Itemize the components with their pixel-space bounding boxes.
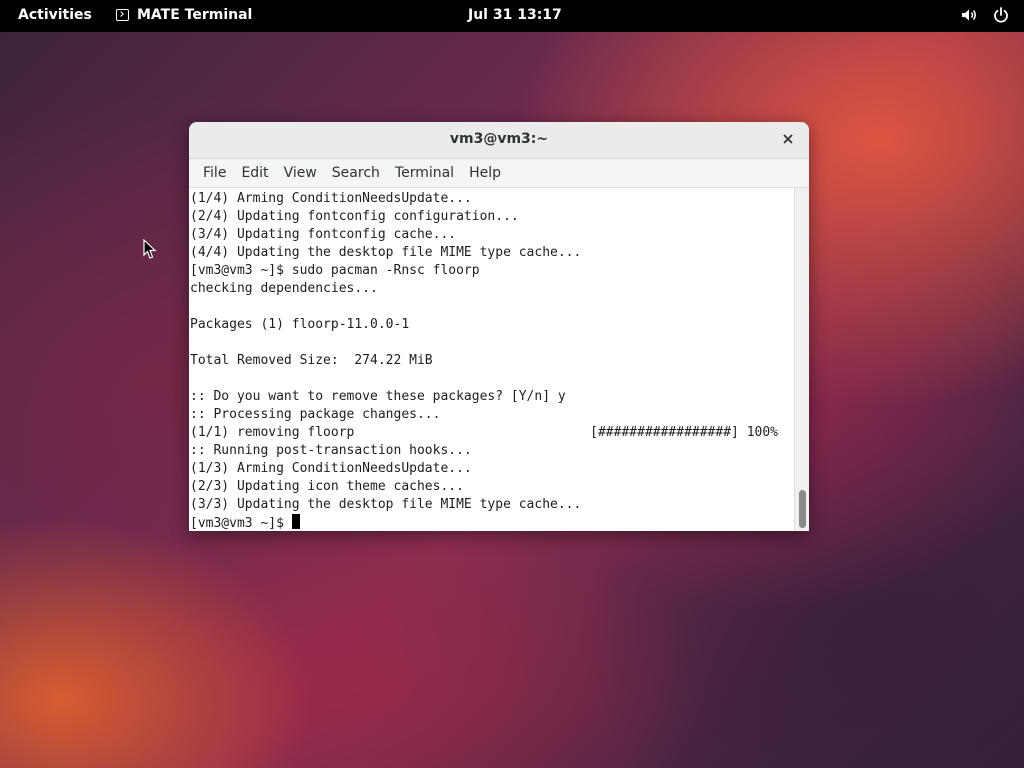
terminal-text: (1/4) Arming ConditionNeedsUpdate... (2/… [190, 190, 794, 531]
terminal-line: [vm3@vm3 ~]$ sudo pacman -Rnsc floorp [190, 263, 480, 278]
menu-terminal[interactable]: Terminal [389, 165, 460, 181]
terminal-icon [116, 9, 129, 21]
top-bar: Activities MATE Terminal Jul 31 13:17 [0, 0, 1024, 32]
terminal-line: (3/3) Updating the desktop file MIME typ… [190, 497, 582, 512]
terminal-line: (2/3) Updating icon theme caches... [190, 479, 464, 494]
close-icon[interactable] [779, 130, 797, 148]
terminal-line: :: Processing package changes... [190, 407, 441, 422]
window-titlebar[interactable]: vm3@vm3:~ [189, 122, 809, 159]
power-icon[interactable] [992, 6, 1010, 24]
window-title: vm3@vm3:~ [449, 131, 549, 147]
menu-help[interactable]: Help [463, 165, 507, 181]
terminal-line: checking dependencies... [190, 281, 378, 296]
terminal-line: (4/4) Updating the desktop file MIME typ… [190, 245, 582, 260]
scrollbar-thumb[interactable] [799, 490, 806, 528]
progress-label: (1/1) removing floorp [190, 425, 355, 440]
menu-edit[interactable]: Edit [235, 165, 274, 181]
text-cursor [291, 514, 300, 529]
terminal-line: Total Removed Size: 274.22 MiB [190, 353, 433, 368]
terminal-line: (1/3) Arming ConditionNeedsUpdate... [190, 461, 472, 476]
app-menu-button[interactable]: MATE Terminal [116, 7, 252, 23]
terminal-line: Packages (1) floorp-11.0.0-1 [190, 317, 410, 332]
terminal-output-area[interactable]: (1/4) Arming ConditionNeedsUpdate... (2/… [189, 188, 809, 531]
system-tray[interactable] [960, 6, 1010, 24]
progress-bar-text: [#################] 100% [590, 425, 778, 440]
terminal-line: (2/4) Updating fontconfig configuration.… [190, 209, 519, 224]
vertical-scrollbar[interactable] [794, 188, 809, 531]
volume-icon[interactable] [960, 6, 978, 24]
clock[interactable]: Jul 31 13:17 [468, 7, 562, 23]
shell-prompt: [vm3@vm3 ~]$ [190, 516, 292, 531]
terminal-line: (3/4) Updating fontconfig cache... [190, 227, 457, 242]
menu-view[interactable]: View [278, 165, 323, 181]
activities-button[interactable]: Activities [18, 7, 92, 23]
menu-file[interactable]: File [197, 165, 232, 181]
terminal-window[interactable]: vm3@vm3:~ File Edit View Search Terminal… [189, 122, 809, 531]
terminal-line: :: Running post-transaction hooks... [190, 443, 472, 458]
terminal-line-progress: (1/1) removing floorp [#################… [190, 424, 794, 442]
menu-search[interactable]: Search [326, 165, 386, 181]
terminal-line: (1/4) Arming ConditionNeedsUpdate... [190, 191, 472, 206]
mouse-pointer-icon [143, 239, 157, 259]
terminal-line: :: Do you want to remove these packages?… [190, 389, 566, 404]
menu-bar: File Edit View Search Terminal Help [189, 159, 809, 188]
app-name: MATE Terminal [137, 7, 253, 23]
terminal-prompt-line[interactable]: [vm3@vm3 ~]$ [190, 514, 794, 531]
